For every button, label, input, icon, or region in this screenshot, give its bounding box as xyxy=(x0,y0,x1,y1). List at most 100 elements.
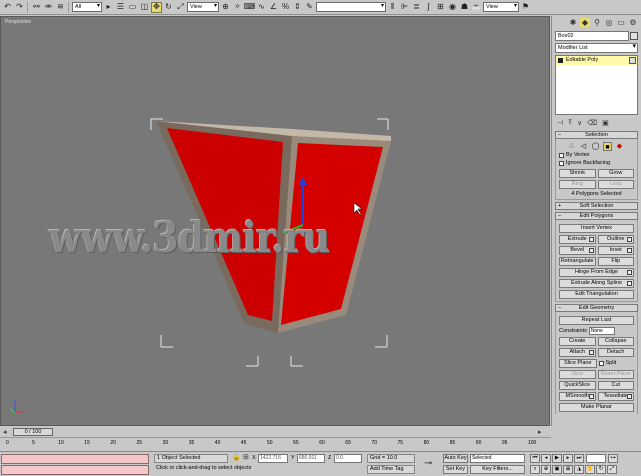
set-key-button[interactable]: Set Key xyxy=(443,465,468,474)
edit-polygons-rollout-header[interactable]: – Edit Polygons xyxy=(555,212,638,220)
y-coordinate-field[interactable]: 680.911 xyxy=(297,454,325,463)
tessellate-button[interactable]: Tessellate xyxy=(597,392,634,401)
quickslice-button[interactable]: QuickSlice xyxy=(559,381,596,390)
checkbox-box[interactable] xyxy=(598,360,604,366)
msmooth-button[interactable]: MSmooth xyxy=(559,392,596,401)
bind-space-warp-icon[interactable]: ≋ xyxy=(55,2,66,13)
pivot-center-icon[interactable]: ⊕ xyxy=(220,2,231,13)
configure-modifier-sets-icon[interactable]: ▣ xyxy=(602,119,609,127)
auto-key-button[interactable]: Auto Key xyxy=(443,454,468,463)
key-mode-toggle-icon[interactable]: ⊶ xyxy=(608,454,618,463)
slice-plane-button[interactable]: Slice Plane xyxy=(559,359,597,368)
motion-tab-icon[interactable]: ◎ xyxy=(604,18,614,27)
insert-vertex-button[interactable]: Insert Vertex xyxy=(559,224,634,233)
outline-button[interactable]: Outline xyxy=(597,235,634,244)
reset-plane-button[interactable]: Reset Plane xyxy=(597,370,634,379)
ignore-backfacing-checkbox[interactable]: Ignore Backfacing xyxy=(559,159,634,167)
create-button[interactable]: Create xyxy=(559,337,596,346)
settings-icon[interactable] xyxy=(588,394,594,399)
arc-rotate-icon[interactable]: ↻ xyxy=(596,465,606,474)
zoom-icon[interactable]: ⌕ xyxy=(530,465,540,474)
next-frame-icon[interactable]: ▸ xyxy=(538,428,542,436)
layer-manager-icon[interactable]: ≣ xyxy=(411,2,422,13)
attach-button[interactable]: Attach xyxy=(559,348,596,357)
soft-selection-rollout-header[interactable]: + Soft Selection xyxy=(555,202,638,210)
reference-coordinate-dropdown[interactable]: View xyxy=(187,2,219,12)
inset-button[interactable]: Inset xyxy=(597,246,634,255)
remove-modifier-icon[interactable]: ⌫ xyxy=(587,119,597,127)
constraints-dropdown[interactable]: None xyxy=(588,327,615,335)
settings-icon[interactable] xyxy=(627,281,632,286)
show-end-result-icon[interactable]: ⫪ xyxy=(568,119,572,127)
vertex-level-icon[interactable]: ∴ xyxy=(567,142,576,151)
edit-geometry-rollout-header[interactable]: – Edit Geometry xyxy=(555,304,638,312)
edit-triangulation-button[interactable]: Edit Triangulation xyxy=(559,290,634,299)
create-tab-icon[interactable]: ✱ xyxy=(568,18,578,27)
pan-icon[interactable]: ✋ xyxy=(585,465,595,474)
zoom-all-icon[interactable]: ⊕ xyxy=(541,465,551,474)
stack-expand-icon[interactable] xyxy=(558,58,563,63)
settings-icon[interactable] xyxy=(627,237,632,242)
settings-icon[interactable] xyxy=(627,270,632,275)
perspective-viewport[interactable]: Perspective www.3dmir.ru xyxy=(0,16,550,426)
rectangular-selection-icon[interactable]: ▭ xyxy=(127,2,138,13)
track-bar[interactable]: 0 5 10 15 20 25 30 35 40 45 50 55 60 65 70 75 80 85 90 95 10… xyxy=(0,437,551,450)
maxscript-output-field[interactable] xyxy=(1,465,149,475)
ring-button[interactable]: Ring xyxy=(559,180,596,189)
utilities-tab-icon[interactable]: ⚙ xyxy=(628,18,638,27)
lock-selection-icon[interactable]: 🔒 xyxy=(232,453,241,461)
cut-button[interactable]: Cut xyxy=(597,381,634,390)
key-mode-dropdown[interactable]: Selected xyxy=(470,454,525,463)
zoom-extents-all-icon[interactable]: ⊞ xyxy=(563,465,573,474)
make-planar-button[interactable]: Make Planar xyxy=(559,403,634,412)
polygon-level-icon[interactable]: ■ xyxy=(603,141,612,151)
by-vertex-checkbox[interactable]: By Vertex xyxy=(559,151,634,159)
keyboard-shortcut-icon[interactable]: ⌨ xyxy=(244,2,256,13)
quick-render-icon[interactable]: ☕ xyxy=(471,2,482,13)
checkbox-box[interactable] xyxy=(559,160,564,166)
object-color-swatch[interactable] xyxy=(630,32,638,40)
select-and-move-icon[interactable]: ✥ xyxy=(151,1,162,13)
redo-icon[interactable]: ↷ xyxy=(14,2,25,13)
select-object-icon[interactable]: ▸ xyxy=(103,2,114,13)
previous-frame-icon[interactable]: ◂ xyxy=(541,454,551,463)
render-last-icon[interactable]: ⚑ xyxy=(520,2,531,13)
schematic-view-icon[interactable]: ⊞ xyxy=(435,2,446,13)
retriangulate-button[interactable]: Retriangulate xyxy=(559,257,596,266)
hierarchy-tab-icon[interactable]: ⚲ xyxy=(592,18,602,27)
selection-filter-dropdown[interactable]: All xyxy=(72,2,102,12)
material-editor-icon[interactable]: ◉ xyxy=(447,2,458,13)
select-and-manipulate-icon[interactable]: ✧ xyxy=(232,2,243,13)
key-filters-button[interactable]: Key Filters... xyxy=(470,465,525,474)
time-slider-thumb[interactable]: 0 / 100 xyxy=(13,428,53,436)
edge-level-icon[interactable]: ◁ xyxy=(579,142,588,151)
select-by-name-icon[interactable]: ☰ xyxy=(115,2,126,13)
go-to-start-icon[interactable]: ⏮ xyxy=(530,454,540,463)
make-unique-icon[interactable]: ∨ xyxy=(577,119,582,127)
percent-snap-icon[interactable]: % xyxy=(280,2,291,13)
settings-icon[interactable] xyxy=(627,394,632,399)
align-icon[interactable]: ⊫ xyxy=(399,2,410,13)
absolute-mode-icon[interactable]: ⊞ xyxy=(243,453,249,461)
grow-button[interactable]: Grow xyxy=(597,169,634,178)
named-selection-sets-dropdown[interactable] xyxy=(316,2,386,12)
field-of-view-icon[interactable]: ◮ xyxy=(574,465,584,474)
checkbox-box[interactable] xyxy=(559,152,564,158)
window-crossing-icon[interactable]: ◫ xyxy=(139,2,150,13)
detach-button[interactable]: Detach xyxy=(597,348,634,357)
current-frame-field[interactable] xyxy=(586,454,606,463)
object-name-field[interactable]: Box02 xyxy=(555,31,638,41)
next-frame-icon[interactable]: ▸ xyxy=(563,454,573,463)
split-checkbox[interactable]: Split xyxy=(598,359,635,367)
angle-snap-icon[interactable]: ∠ xyxy=(268,2,279,13)
collapse-button[interactable]: Collapse xyxy=(597,337,634,346)
display-tab-icon[interactable]: ▭ xyxy=(616,18,626,27)
select-and-link-icon[interactable]: ⚯ xyxy=(31,2,42,13)
settings-icon[interactable] xyxy=(588,248,594,253)
flip-button[interactable]: Flip xyxy=(597,257,634,266)
zoom-extents-icon[interactable]: ▣ xyxy=(552,465,562,474)
render-type-dropdown[interactable]: View xyxy=(483,2,519,12)
play-icon[interactable]: ▶ xyxy=(552,454,562,463)
set-key-icon[interactable]: ⊸ xyxy=(424,458,432,469)
maxscript-listener-field[interactable] xyxy=(1,454,149,464)
